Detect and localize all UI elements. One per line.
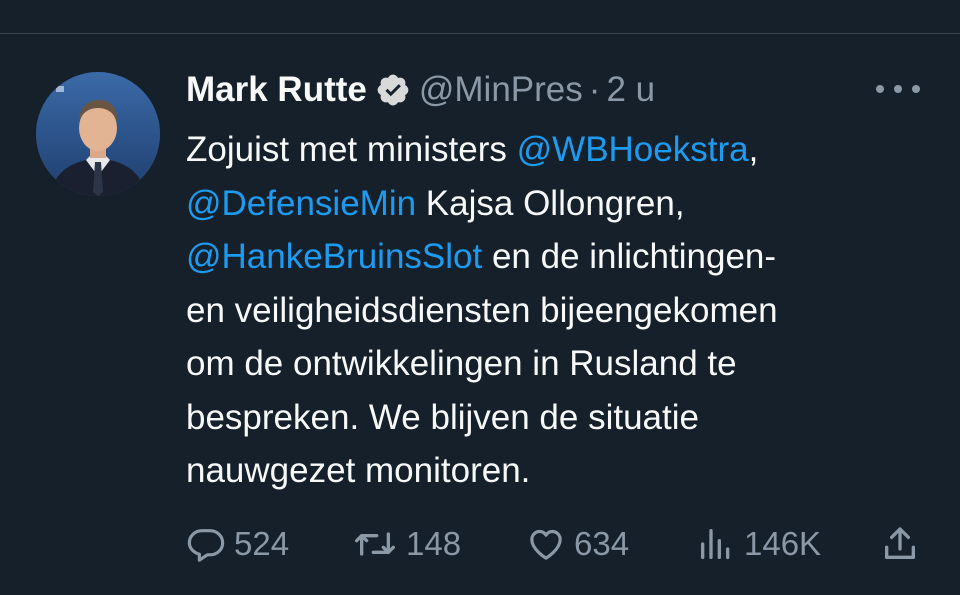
retweet-count: 148 <box>406 525 462 562</box>
tweet-text-line: Zojuist met ministers @WBHoekstra, <box>186 123 936 177</box>
top-divider <box>0 0 960 34</box>
retweet-button[interactable]: 148 <box>352 523 461 565</box>
tweet-header: Mark Rutte @MinPres · 2 u <box>186 68 655 112</box>
tweet-text-line: @DefensieMin Kajsa Ollongren, <box>186 177 936 231</box>
profile-photo-icon <box>36 72 160 196</box>
share-icon <box>885 527 915 559</box>
separator-dot: · <box>588 70 601 109</box>
tweet-text-segment: Zojuist met ministers <box>186 130 517 169</box>
tweet-text-line: nauwgezet monitoren. <box>186 444 936 498</box>
retweet-icon <box>354 532 395 556</box>
tweet-text-segment: om de ontwikkelingen in Rusland te <box>186 344 737 383</box>
more-dot <box>876 85 884 93</box>
reply-button[interactable]: 524 <box>186 523 289 565</box>
more-icon[interactable] <box>876 79 920 99</box>
avatar[interactable] <box>36 72 160 196</box>
tweet-text-segment: en de inlichtingen- <box>482 237 777 276</box>
tweet[interactable]: Mark Rutte @MinPres · 2 u Zojuist met mi… <box>0 35 960 595</box>
heart-icon <box>530 529 562 560</box>
tweet-text-segment: Kajsa Ollongren, <box>416 183 685 223</box>
views-icon <box>701 529 730 559</box>
tweet-text-line: om de ontwikkelingen in Rusland te <box>186 337 936 391</box>
verified-badge-icon[interactable] <box>375 72 411 108</box>
views-count: 146K <box>744 525 822 562</box>
mention-link[interactable]: @DefensieMin <box>186 184 416 223</box>
tweet-text-line: bespreken. We blijven de situatie <box>186 391 936 445</box>
reply-count: 524 <box>234 525 290 562</box>
views-button[interactable]: 146K <box>696 523 821 565</box>
action-bar: 524 148 634 146K <box>186 523 926 565</box>
share-button[interactable] <box>880 523 928 565</box>
more-dot <box>912 85 920 93</box>
like-count: 634 <box>574 525 630 562</box>
mention-link[interactable]: @HankeBruinsSlot <box>186 237 482 276</box>
tweet-text: Zojuist met ministers @WBHoekstra, @Defen… <box>186 123 936 498</box>
timestamp[interactable]: 2 u <box>606 70 655 110</box>
like-button[interactable]: 634 <box>526 523 629 565</box>
tweet-text-line: en veiligheidsdiensten bijeengekomen <box>186 284 936 338</box>
tweet-text-segment: , <box>748 130 759 169</box>
tweet-text-segment: bespreken. We blijven de situatie <box>186 397 699 437</box>
tweet-text-segment: en veiligheidsdiensten bijeengekomen <box>186 290 778 330</box>
tweet-text-line: @HankeBruinsSlot en de inlichtingen- <box>186 230 936 284</box>
handle[interactable]: @MinPres <box>419 70 583 110</box>
display-name[interactable]: Mark Rutte <box>186 70 367 110</box>
mention-link[interactable]: @WBHoekstra <box>517 130 749 169</box>
reply-icon <box>187 529 225 562</box>
tweet-text-segment: nauwgezet monitoren. <box>186 451 531 490</box>
more-dot <box>894 85 902 93</box>
